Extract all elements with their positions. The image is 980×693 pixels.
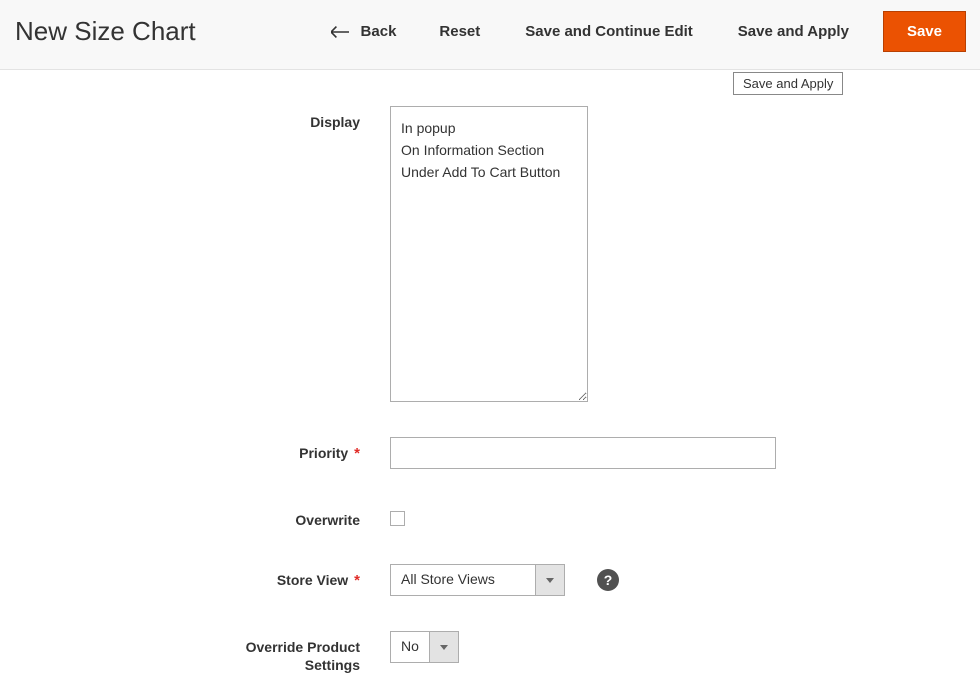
store-view-label: Store View (20, 564, 390, 591)
store-view-field: Store View All Store Views ? (20, 564, 980, 596)
page-header: New Size Chart Back Reset Save and Conti… (0, 0, 980, 70)
display-field: Display In popup On Information Section … (20, 106, 980, 402)
page-title: New Size Chart (15, 16, 196, 47)
override-product-field: Override Product Settings No (20, 631, 980, 674)
save-apply-button[interactable]: Save and Apply (716, 15, 871, 48)
arrow-left-icon (331, 26, 349, 38)
help-icon[interactable]: ? (597, 569, 619, 591)
display-option[interactable]: Under Add To Cart Button (401, 161, 577, 183)
back-label: Back (361, 23, 397, 40)
display-label: Display (20, 106, 390, 131)
save-continue-button[interactable]: Save and Continue Edit (503, 15, 715, 48)
toolbar: Back Reset Save and Continue Edit Save a… (311, 12, 965, 51)
override-product-label: Override Product Settings (20, 631, 390, 674)
save-button[interactable]: Save (884, 12, 965, 51)
override-product-dropdown-button[interactable] (429, 631, 459, 663)
reset-button[interactable]: Reset (417, 15, 502, 48)
display-option[interactable]: In popup (401, 117, 577, 139)
override-product-value: No (390, 631, 429, 663)
chevron-down-icon (546, 578, 554, 583)
save-apply-tooltip: Save and Apply (733, 72, 843, 95)
display-multiselect[interactable]: In popup On Information Section Under Ad… (390, 106, 588, 402)
overwrite-label: Overwrite (20, 504, 390, 529)
priority-input[interactable] (390, 437, 776, 469)
display-option[interactable]: On Information Section (401, 139, 577, 161)
store-view-dropdown-button[interactable] (535, 564, 565, 596)
store-view-select[interactable]: All Store Views (390, 564, 565, 596)
overwrite-checkbox[interactable] (390, 511, 405, 526)
overwrite-field: Overwrite (20, 504, 980, 529)
override-product-select[interactable]: No (390, 631, 980, 663)
store-view-value: All Store Views (390, 564, 535, 596)
chevron-down-icon (440, 645, 448, 650)
priority-field: Priority (20, 437, 980, 469)
back-button[interactable]: Back (311, 15, 417, 48)
form: Display In popup On Information Section … (0, 70, 980, 675)
priority-label: Priority (20, 437, 390, 464)
